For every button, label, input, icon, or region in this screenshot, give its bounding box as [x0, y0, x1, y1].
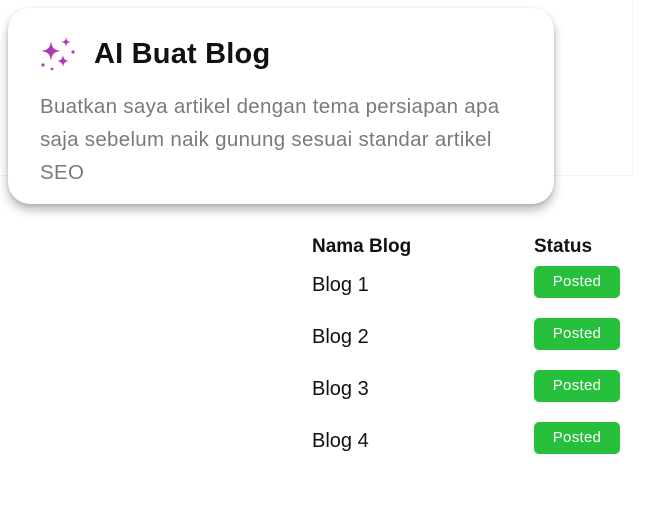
- blog-widget: AI Buat Blog Buatkan saya artikel dengan…: [0, 0, 654, 506]
- card-title: AI Buat Blog: [94, 37, 271, 70]
- table-row[interactable]: Blog 1 Posted: [312, 266, 632, 318]
- blog-table: Nama Blog Status Blog 1 Posted Blog 2 Po…: [312, 232, 632, 474]
- column-header-status: Status: [534, 236, 593, 257]
- status-badge: Posted: [534, 422, 620, 454]
- status-badge: Posted: [534, 370, 620, 402]
- status-badge: Posted: [534, 266, 620, 298]
- table-row[interactable]: Blog 2 Posted: [312, 318, 632, 370]
- card-header: AI Buat Blog: [38, 36, 270, 72]
- table-row[interactable]: Blog 3 Posted: [312, 370, 632, 422]
- blog-name: Blog 2: [312, 326, 369, 348]
- status-badge: Posted: [534, 318, 620, 350]
- ai-prompt-card: AI Buat Blog Buatkan saya artikel dengan…: [8, 8, 554, 204]
- blog-name: Blog 1: [312, 274, 369, 296]
- sparkles-icon: [41, 37, 75, 71]
- table-header: Nama Blog Status: [312, 232, 632, 266]
- prompt-text: Buatkan saya artikel dengan tema persiap…: [40, 95, 500, 184]
- table-row[interactable]: Blog 4 Posted: [312, 422, 632, 474]
- column-header-name: Nama Blog: [312, 236, 412, 257]
- blog-name: Blog 3: [312, 378, 369, 400]
- blog-name: Blog 4: [312, 430, 369, 452]
